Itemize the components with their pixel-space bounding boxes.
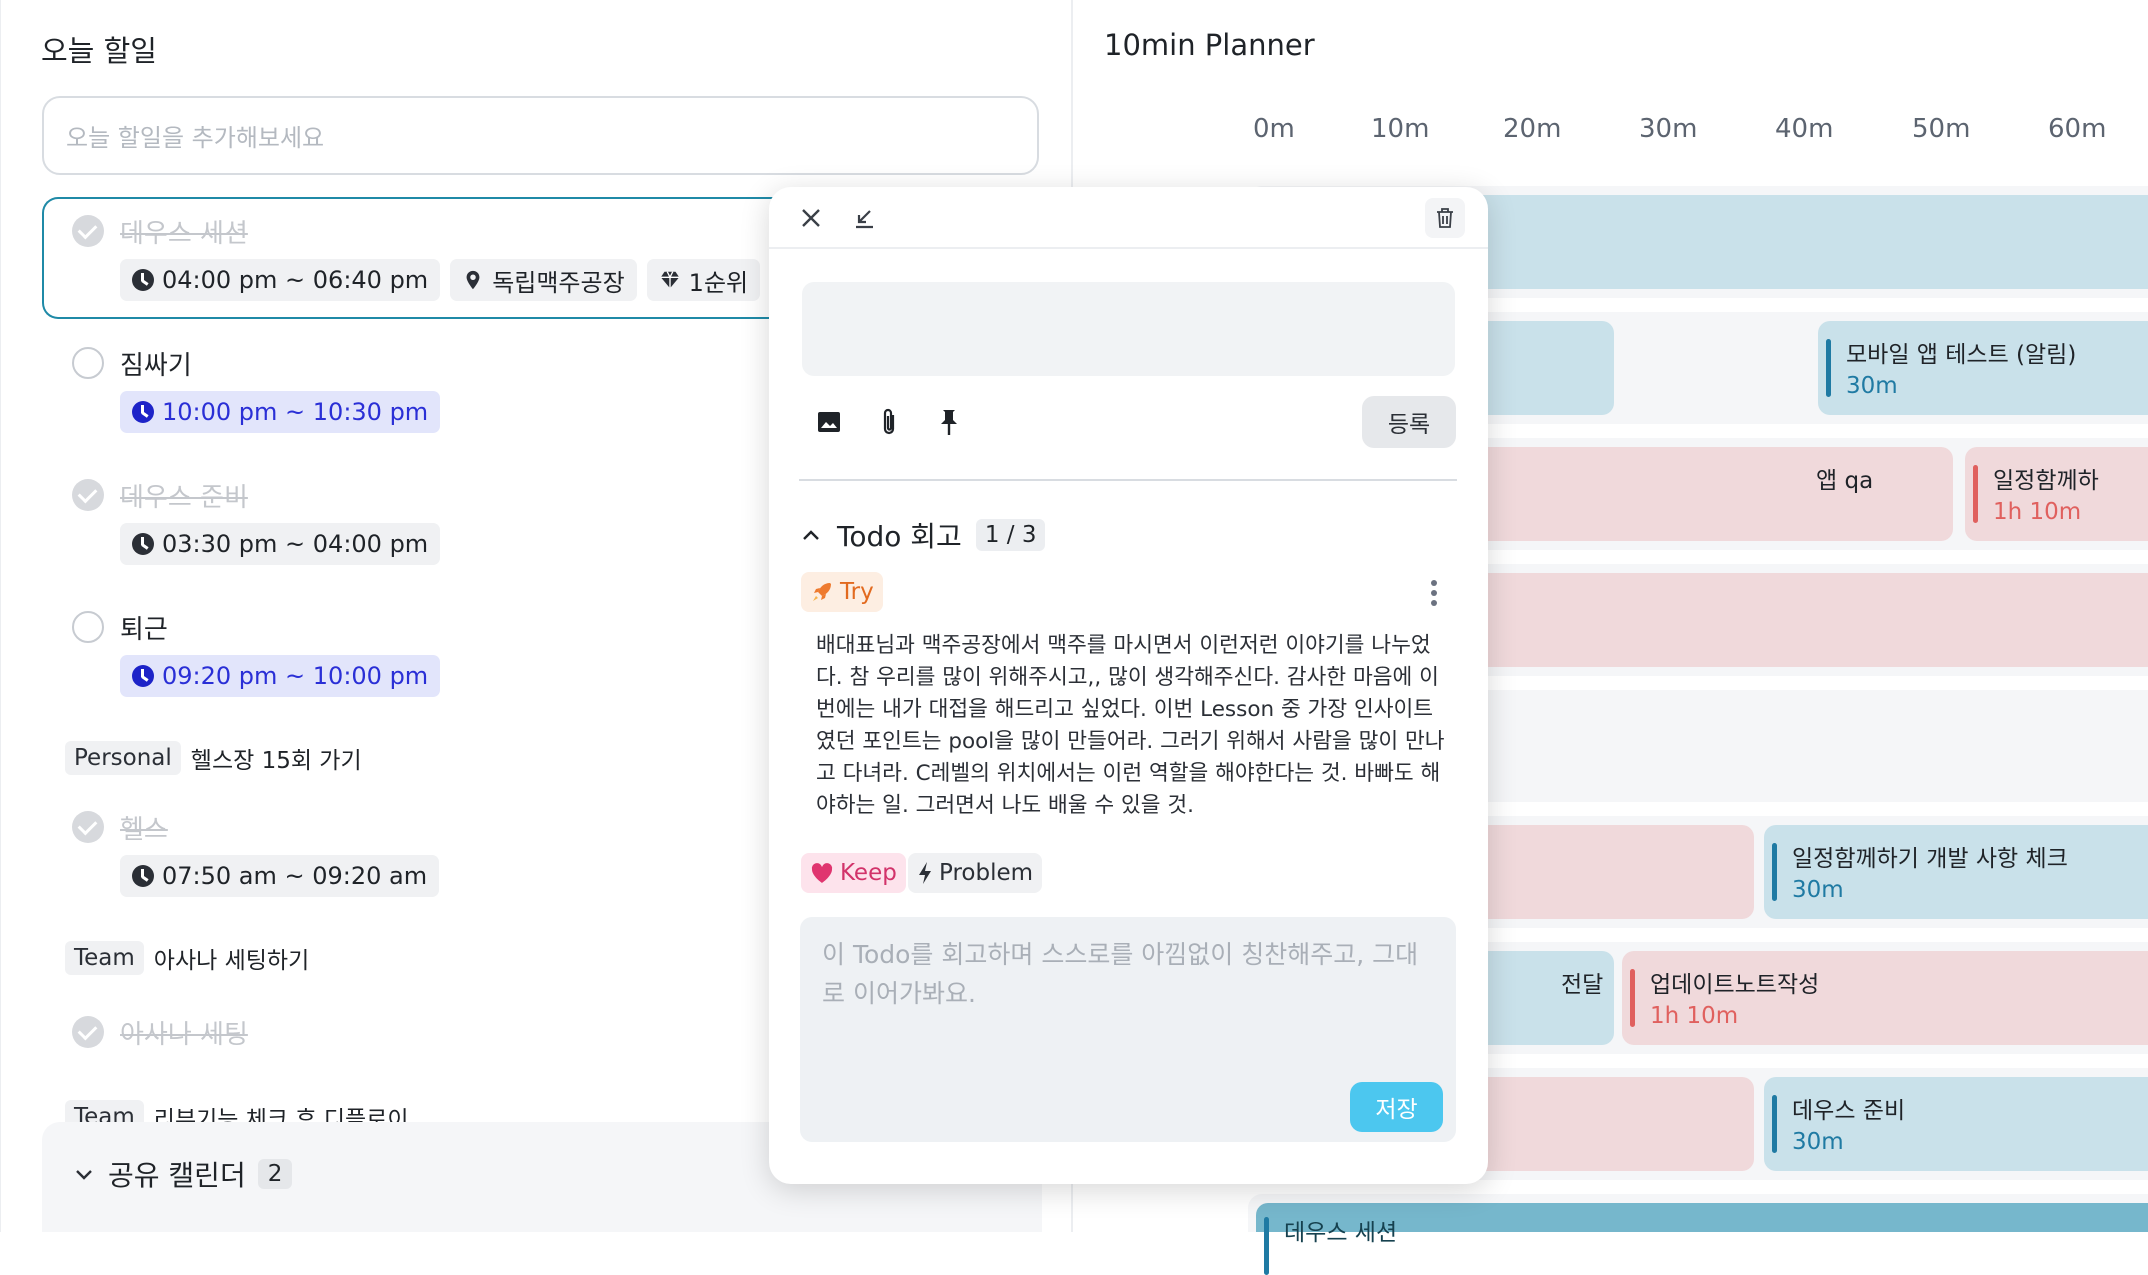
goal-tag: Personal	[65, 741, 181, 775]
hour-row[interactable]: 데우스 세션	[1248, 1194, 2148, 1275]
try-badge: Try	[801, 572, 883, 612]
planner-title: 10min Planner	[1104, 28, 1315, 62]
goal-tag: Team	[65, 941, 144, 975]
add-todo-input[interactable]: 오늘 할일을 추가해보세요	[42, 96, 1039, 175]
event-label: 데우스 준비 30m	[1772, 1091, 1905, 1155]
goal-name: 아사나 세팅하기	[153, 948, 310, 974]
event-color-bar	[1772, 843, 1777, 901]
minute-label: 0m	[1253, 114, 1295, 144]
memo-input[interactable]	[802, 282, 1455, 376]
checkbox-unchecked[interactable]	[72, 347, 104, 379]
event-label: 데우스 세션	[1264, 1213, 1397, 1275]
event-label: 전달	[1561, 972, 1604, 998]
task-name: 짐싸기	[120, 351, 192, 381]
time-chip[interactable]: 10:00 pm ~ 10:30 pm	[120, 391, 441, 433]
pin-icon[interactable]	[932, 405, 966, 439]
retrospective-popup: 등록 Todo 회고 1 / 3 Try 배대표님과 맥주공장에서 맥주를 마시…	[769, 187, 1488, 1184]
panel-title: 오늘 할일	[41, 34, 157, 68]
event-color-bar	[1772, 1095, 1777, 1153]
checkbox-checked[interactable]	[72, 479, 104, 511]
task-name: 데우스 준비	[120, 483, 248, 513]
event-block[interactable]: 데우스 세션	[1256, 1203, 2148, 1275]
clock-icon	[132, 865, 154, 887]
submit-button[interactable]: 등록	[1362, 396, 1456, 448]
event-block[interactable]: 일정함께하기 개발 사항 체크 30m	[1764, 825, 2148, 919]
clock-icon	[132, 533, 154, 555]
event-color-bar	[1826, 339, 1831, 397]
reply-placeholder: 이 Todo를 회고하며 스스로를 아낌없이 칭찬해주고, 그대로 이어가봐요.	[822, 940, 1419, 1008]
time-chip[interactable]: 04:00 pm ~ 06:40 pm	[120, 259, 441, 301]
attachment-icon[interactable]	[872, 405, 906, 439]
retrospective-text: 배대표님과 맥주공장에서 맥주를 마시면서 이런저런 이야기를 나누었다. 참 …	[816, 633, 1445, 818]
checkbox-checked[interactable]	[72, 215, 104, 247]
diamond-icon	[660, 271, 679, 289]
divider	[799, 479, 1457, 481]
problem-tab[interactable]: Problem	[908, 853, 1043, 893]
task-name: 헬스	[120, 815, 168, 845]
event-color-bar	[1264, 1217, 1269, 1275]
location-chip[interactable]: 독립맥주공장	[450, 259, 637, 301]
task-name: 퇴근	[120, 615, 168, 645]
event-block[interactable]: 업데이트노트작성 1h 10m	[1622, 951, 2148, 1045]
keep-reply-input[interactable]: 이 Todo를 회고하며 스스로를 아낌없이 칭찬해주고, 그대로 이어가봐요.…	[800, 917, 1456, 1142]
task-name: 아사나 세팅	[120, 1020, 248, 1050]
time-chip[interactable]: 03:30 pm ~ 04:00 pm	[120, 523, 441, 565]
location-pin-icon	[466, 270, 480, 290]
minute-label: 20m	[1503, 114, 1562, 144]
event-block[interactable]: 일정함께하 1h 10m	[1965, 447, 2148, 541]
checkbox-checked[interactable]	[72, 1016, 104, 1048]
minute-label: 30m	[1639, 114, 1698, 144]
event-block[interactable]: 데우스 준비 30m	[1764, 1077, 2148, 1171]
task-name: 데우스 세션	[120, 219, 248, 249]
heart-icon	[811, 863, 833, 883]
time-chip[interactable]: 07:50 am ~ 09:20 am	[120, 855, 440, 897]
event-color-bar	[1973, 465, 1978, 523]
event-label: 일정함께하 1h 10m	[1973, 461, 2099, 525]
clock-icon	[132, 401, 154, 423]
minute-label: 50m	[1912, 114, 1971, 144]
event-block[interactable]: 모바일 앱 테스트 (알림) 30m	[1818, 321, 2148, 415]
minimize-icon[interactable]	[844, 198, 884, 238]
event-color-bar	[1630, 969, 1635, 1027]
clock-icon	[132, 665, 154, 687]
save-button[interactable]: 저장	[1350, 1082, 1443, 1132]
chevron-down-icon	[76, 1170, 92, 1180]
minute-axis: 0m 10m 20m 30m 40m 50m 60m	[1073, 114, 2148, 154]
event-label: 앱 qa	[1816, 468, 1874, 494]
goal-name: 헬스장 15회 가기	[190, 748, 362, 774]
checkbox-unchecked[interactable]	[72, 611, 104, 643]
minute-label: 60m	[2048, 114, 2107, 144]
minute-label: 10m	[1371, 114, 1430, 144]
clock-icon	[132, 269, 154, 291]
lightning-icon	[919, 862, 931, 884]
event-label: 일정함께하기 개발 사항 체크 30m	[1772, 839, 2068, 903]
chevron-up-icon	[803, 530, 819, 540]
event-label: 모바일 앱 테스트 (알림) 30m	[1826, 335, 2076, 399]
trash-icon[interactable]	[1425, 198, 1465, 238]
section-count: 1 / 3	[975, 519, 1046, 551]
close-icon[interactable]	[791, 198, 831, 238]
memo-tools	[812, 405, 966, 439]
popup-toolbar	[769, 187, 1488, 249]
retrospective-section-header[interactable]: Todo 회고 1 / 3	[799, 515, 1046, 555]
checkbox-checked[interactable]	[72, 811, 104, 843]
keep-tab[interactable]: Keep	[801, 853, 906, 893]
event-label: 업데이트노트작성 1h 10m	[1630, 965, 1819, 1029]
shared-calendar-label: 공유 캘린더	[108, 1159, 246, 1192]
image-icon[interactable]	[812, 405, 846, 439]
section-title: Todo 회고	[837, 520, 962, 553]
rocket-icon	[813, 583, 831, 601]
time-chip[interactable]: 09:20 pm ~ 10:00 pm	[120, 655, 441, 697]
minute-label: 40m	[1775, 114, 1834, 144]
more-options-icon[interactable]	[1431, 580, 1439, 610]
priority-chip[interactable]: 1순위	[646, 259, 761, 301]
goal-row[interactable]: Personal 헬스장 15회 가기	[65, 741, 362, 775]
goal-row[interactable]: Team 아사나 세팅하기	[65, 941, 309, 975]
shared-calendar-count: 2	[257, 1159, 293, 1189]
